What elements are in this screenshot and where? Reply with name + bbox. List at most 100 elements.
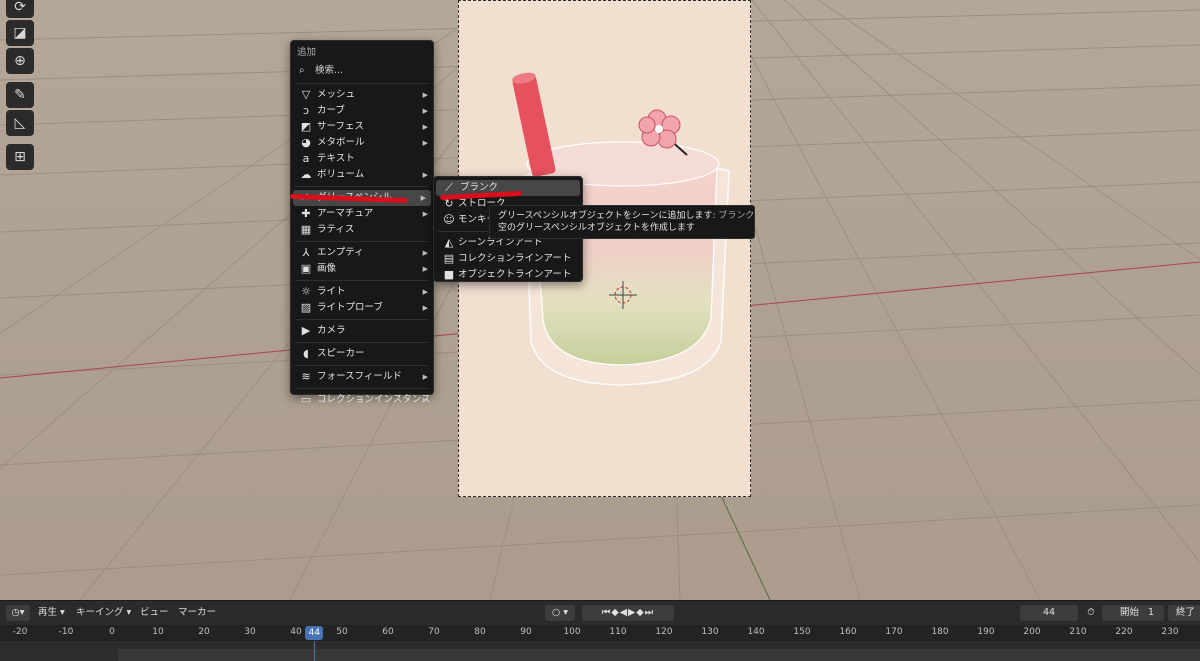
submenu-item-label: コレクションラインアート (458, 253, 572, 264)
menu-item-camera[interactable]: ▶ カメラ (291, 323, 433, 339)
add-menu: 追加 ⌕ 検索... ▽ メッシュ ▶ ↄ カーブ ▶ ◩ サーフェス ▶ ◕ メタボール ▶ a テキス… (290, 40, 434, 406)
prev-key-icon[interactable]: ◆ (611, 607, 619, 618)
timeline-menu-keying[interactable]: キーイング ▾ (76, 606, 131, 620)
menu-item-light[interactable]: ☼ ライト ▶ (291, 284, 433, 300)
menu-divider (295, 342, 429, 343)
menu-divider (295, 83, 429, 84)
next-key-icon[interactable]: ◆ (636, 607, 644, 618)
tooltip: グリースペンシルオブジェクトをシーンに追加します: ブランク 空のグリースペンシ… (489, 205, 755, 239)
submenu-arrow-icon: ▶ (422, 288, 428, 296)
menu-item-lattice[interactable]: ▦ ラティス (291, 222, 433, 238)
submenu-arrow-icon: ▶ (422, 210, 428, 218)
menu-item-label: テキスト (317, 153, 355, 164)
end-frame-field[interactable]: 終了 (1168, 605, 1200, 621)
search-icon: ⌕ (299, 65, 305, 76)
submenu-arrow-icon: ▶ (422, 123, 428, 131)
timeline-menu-view[interactable]: ビュー (140, 606, 169, 620)
menu-item-label: カーブ (317, 105, 345, 116)
speaker-icon: ◖ (303, 347, 309, 360)
menu-item-armature[interactable]: ✚ アーマチュア ▶ (291, 206, 433, 222)
timeline-editor: ◷▾ 再生 ▾ キーイング ▾ ビュー マーカー ○ ▾ ⏮◆◀▶◆⏭ 44 ⏱… (0, 600, 1200, 661)
measure-tool-icon[interactable]: ◺ (6, 110, 34, 136)
preview-range-stopwatch-icon[interactable]: ⏱ (1082, 605, 1100, 621)
record-toggle-icon[interactable]: ○ ▾ (545, 605, 575, 621)
submenu-arrow-icon: ▶ (422, 139, 428, 147)
menu-item-empty[interactable]: ⅄ エンプティ ▶ (291, 245, 433, 261)
metaball-icon: ◕ (301, 136, 311, 149)
submenu-item-label: ブランク (460, 182, 499, 193)
text-icon: a (302, 152, 310, 165)
tooltip-line-2: 空のグリースペンシルオブジェクトを作成します (498, 223, 695, 233)
timeline-ruler[interactable]: -20 -10 0 10 20 30 40 50 60 70 80 90 100 110 120 130 140… (0, 625, 1200, 641)
timeline-tick-label: 100 (563, 627, 581, 637)
menu-item-metaball[interactable]: ◕ メタボール ▶ (291, 135, 433, 151)
scale-tool-icon[interactable]: ◪ (6, 20, 34, 46)
submenu-item-object-lineart[interactable]: ■ オブジェクトラインアート (434, 267, 582, 283)
menu-item-collection-instance[interactable]: ▭ コレクションインスタンス ▶ (291, 392, 433, 408)
play-reverse-icon[interactable]: ◀ (620, 607, 628, 618)
image-icon: ▣ (300, 262, 312, 275)
timeline-menu-playback[interactable]: 再生 ▾ (38, 606, 65, 620)
menu-divider (295, 241, 429, 242)
collection-lineart-icon: ▤ (443, 252, 455, 265)
menu-item-light-probe[interactable]: ▨ ライトプローブ ▶ (291, 300, 433, 316)
timeline-tick-label: 180 (931, 627, 949, 637)
timeline-tick-label: 190 (977, 627, 995, 637)
collection-instance-icon: ▭ (300, 393, 312, 406)
menu-item-speaker[interactable]: ◖ スピーカー (291, 346, 433, 362)
menu-divider (295, 319, 429, 320)
jump-end-icon[interactable]: ⏭ (645, 607, 655, 618)
timeline-tick-label: 200 (1023, 627, 1041, 637)
menu-item-label: ラティス (317, 224, 355, 235)
3d-viewport[interactable]: ⟳ ◪ ⊕ ✎ ◺ ⊞ 追加 ⌕ 検索... ▽ メッシュ ▶ ↄ カーブ ▶ ◩ サーフェス… (0, 0, 1200, 600)
scene-lineart-icon: ◭ (444, 236, 454, 249)
menu-item-volume[interactable]: ☁ ボリューム ▶ (291, 167, 433, 183)
timeline-tick-label: 0 (109, 627, 115, 637)
jump-start-icon[interactable]: ⏮ (602, 607, 612, 618)
playback-controls[interactable]: ⏮◆◀▶◆⏭ (582, 605, 674, 621)
menu-item-surface[interactable]: ◩ サーフェス ▶ (291, 119, 433, 135)
tool-shelf: ⟳ ◪ ⊕ ✎ ◺ ⊞ (6, 0, 36, 172)
timeline-tick-label: 120 (655, 627, 673, 637)
timeline-tick-label: -20 (12, 627, 28, 637)
submenu-item-collection-lineart[interactable]: ▤ コレクションラインアート (434, 251, 582, 267)
armature-icon: ✚ (301, 207, 311, 220)
menu-search-label: 検索... (315, 65, 344, 76)
timeline-tick-label: 90 (520, 627, 532, 637)
object-lineart-icon: ■ (443, 268, 455, 281)
menu-item-force-field[interactable]: ≋ フォースフィールド ▶ (291, 369, 433, 385)
menu-item-label: ボリューム (317, 169, 365, 180)
menu-search[interactable]: ⌕ 検索... (291, 62, 433, 80)
start-frame-field[interactable]: 開始 1 (1102, 605, 1164, 621)
timeline-menu-marker[interactable]: マーカー (178, 606, 216, 620)
timeline-tick-label: 140 (747, 627, 765, 637)
submenu-arrow-icon: ▶ (422, 396, 428, 404)
timeline-frame-range (118, 649, 1200, 661)
rotate-tool-icon[interactable]: ⟳ (6, 0, 34, 18)
volume-icon: ☁ (300, 168, 312, 181)
menu-item-label: フォースフィールド (317, 371, 402, 382)
curve-icon: ↄ (302, 104, 310, 117)
menu-item-image[interactable]: ▣ 画像 ▶ (291, 261, 433, 277)
menu-item-label: ライト (317, 286, 346, 297)
add-cube-tool-icon[interactable]: ⊞ (6, 144, 34, 170)
playhead-line[interactable] (314, 641, 316, 661)
submenu-item-label: オブジェクトラインアート (458, 269, 572, 280)
menu-item-mesh[interactable]: ▽ メッシュ ▶ (291, 87, 433, 103)
submenu-arrow-icon: ▶ (422, 265, 428, 273)
editor-type-clock-icon[interactable]: ◷▾ (6, 605, 30, 621)
menu-divider (295, 365, 429, 366)
menu-item-text[interactable]: a テキスト (291, 151, 433, 167)
timeline-tick-label: 230 (1161, 627, 1179, 637)
menu-item-label: コレクションインスタンス (317, 394, 431, 405)
annotate-tool-icon[interactable]: ✎ (6, 82, 34, 108)
transform-tool-icon[interactable]: ⊕ (6, 48, 34, 74)
timeline-tick-label: 110 (609, 627, 627, 637)
current-frame-field[interactable]: 44 (1020, 605, 1078, 621)
tooltip-line-1: グリースペンシルオブジェクトをシーンに追加します: ブランク (498, 211, 755, 221)
menu-item-label: メッシュ (317, 89, 356, 100)
monkey-icon: ☺ (443, 213, 455, 226)
playhead-frame-badge[interactable]: 44 (305, 626, 324, 640)
timeline-tick-label: 150 (793, 627, 811, 637)
menu-item-curve[interactable]: ↄ カーブ ▶ (291, 103, 433, 119)
